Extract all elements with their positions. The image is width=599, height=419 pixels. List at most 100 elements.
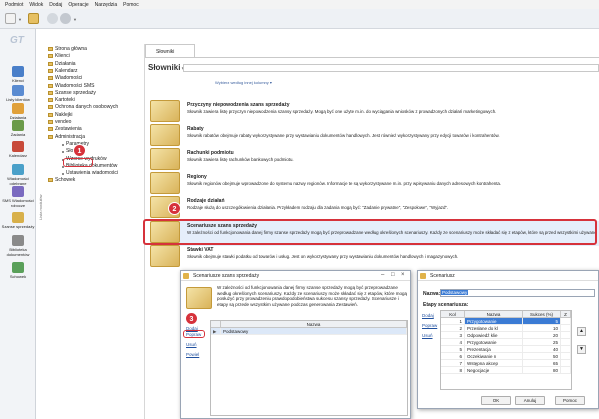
nav-item[interactable]: Klienci [0,66,36,83]
stage-cell-name: Przygotowanie [465,318,523,324]
menu-dodaj[interactable]: Dodaj [49,2,62,8]
nav-icon [12,212,24,223]
tree-item[interactable]: Działania [48,61,76,67]
tree-item[interactable]: Kalendarz [48,68,78,74]
maximize-icon[interactable]: □ [391,272,395,278]
tree-item[interactable]: Naklejki [48,112,73,118]
nav-item[interactable]: Kalendarz [0,141,36,158]
stages-label: Etapy scenariusza: [423,302,469,308]
folder-icon [48,90,53,95]
nav-item[interactable]: Działania [0,103,36,120]
tree-item[interactable]: Schowek [48,177,75,183]
tree-item[interactable]: Wiadomości [48,75,82,81]
scenario-name-field[interactable]: Podstawowy [440,289,595,297]
highlight-box [143,219,597,245]
tree-item[interactable]: Zestawienia [48,126,82,132]
folder-icon[interactable] [28,13,39,24]
stage-cell-name: Oczekiwanie n [465,353,523,359]
add-stage-link[interactable]: Dodaj [422,313,434,318]
nav-item-label: Wiadomości odebrane [7,176,29,186]
tree-item[interactable]: Ochrona danych osobowych [48,104,118,110]
move-down-button[interactable]: ▼ [577,345,586,354]
menu-widok[interactable]: Widok [29,2,43,8]
tree-item[interactable]: Strona główna [48,46,87,52]
new-document-icon[interactable] [5,13,16,24]
nav-item[interactable]: Szanse sprzedaży [0,212,36,229]
table-row[interactable]: 8 Negocjacje 80 [441,367,571,374]
step-badge-1: 1 [73,144,86,157]
menu-operacje[interactable]: Operacje [68,2,88,8]
help-button[interactable]: Pomoc [555,396,585,405]
table-row[interactable]: 1 Przygotowanie 5 [441,318,571,325]
copy-scenario-link[interactable]: Powiel [186,352,199,357]
delete-stage-link[interactable]: Usuń [422,333,433,338]
edit-link-highlight [183,330,205,338]
stage-cell-name: Negocjacje [465,367,523,373]
table-row[interactable]: 6 Oczekiwanie n 50 [441,353,571,360]
dictionary-entry[interactable]: Rodzaje działań Rodzaje służą do uszczegó… [150,196,599,221]
tree-item[interactable]: vendeo [48,119,71,125]
dictionary-icon [150,124,180,146]
edit-stage-link[interactable]: Popraw [422,323,437,328]
menu-podmiot[interactable]: Podmiot [5,2,23,8]
nav-item[interactable]: Zadania [0,120,36,137]
dictionary-icon [183,273,189,279]
menu-pomoc[interactable]: Pomoc [123,2,139,8]
dictionary-entry[interactable]: Stawki VAT Słownik obejmuje stawki podatk… [150,245,599,270]
stage-cell-z [561,332,571,338]
chevron-down-icon[interactable]: ▼ [73,17,77,22]
table-row[interactable]: 2 Przesłane do kl 10 [441,325,571,332]
nav-item[interactable]: Listy klientów [0,85,36,102]
nav-item[interactable]: Schowek [0,262,36,279]
nav-icon [12,262,24,273]
nav-item[interactable]: SMS Wiadomości robocze [0,186,36,208]
folder-icon [48,76,53,81]
column-header-nazwa[interactable]: Nazwa [221,321,407,327]
column-header-kol[interactable]: Kol [441,311,465,317]
stage-cell-name: Odpowiedź klie [465,332,523,338]
table-row[interactable]: ▶ Podstawowy [211,328,407,335]
column-header-z[interactable]: Z [561,311,571,317]
nav-item[interactable]: Biblioteka dokumentów [0,235,36,257]
move-up-button[interactable]: ▲ [577,327,586,336]
stage-cell-z [561,339,571,345]
dictionary-description: Słownik zawiera listę przyczyn niepowodz… [187,109,497,114]
ok-button[interactable]: OK [481,396,511,405]
chevron-down-icon[interactable]: ▼ [18,17,22,22]
refresh-icon[interactable] [47,13,58,24]
scenario-name: Podstawowy [221,328,407,334]
folder-icon [48,54,53,59]
dictionary-entry[interactable]: Rabaty Słownik rabatów obejmuje rabaty wy… [150,124,599,149]
table-row[interactable]: 3 Odpowiedź klie 20 [441,332,571,339]
settings-icon[interactable] [60,13,71,24]
cancel-button[interactable]: Anuluj [515,396,545,405]
stage-cell-name: Przygotowanie [465,339,523,345]
close-icon[interactable]: × [401,272,405,278]
tree-item[interactable]: Kartoteki [48,97,75,103]
column-header-nazwa[interactable]: Nazwa [465,311,523,317]
column-header-sukces[interactable]: Sukces (%) [523,311,561,317]
stage-cell-z [561,367,571,373]
tree-item[interactable]: Szanse sprzedaży [48,90,96,96]
table-row[interactable]: 5 Prezentacja 40 [441,346,571,353]
tab-slowniki[interactable]: Słowniki [145,44,195,57]
minimize-icon[interactable]: – [381,272,384,278]
nav-item[interactable]: Wiadomości odebrane [0,164,36,186]
filter-bar[interactable] [183,64,599,72]
menu-narzedzia[interactable]: Narzędzia [95,2,118,8]
tree-item[interactable]: Administracja [48,134,85,140]
dictionary-entry[interactable]: Regiony Słownik regionów obejmuje wprowad… [150,172,599,197]
tree-item[interactable]: Wiadomości SMS [48,83,94,89]
dictionary-entry[interactable]: Przyczyny niepowodzenia szans sprzedaży S… [150,100,599,125]
delete-scenario-link[interactable]: Usuń [186,342,197,347]
tree-item[interactable]: Klienci [48,53,70,59]
folder-icon [48,47,53,51]
bullet-icon [62,173,64,176]
table-row[interactable]: 7 Wstępna akcep 65 [441,360,571,367]
column-filter-link[interactable]: Wybierz według innej kolumny ▾ [215,80,272,85]
table-row[interactable]: 4 Przygotowanie 25 [441,339,571,346]
dictionary-entry[interactable]: Rachunki podmiotu Słownik zawiera listę r… [150,148,599,173]
stage-cell-pct: 50 [523,353,561,359]
tree-item[interactable]: Ustawienia wiadomości [62,170,118,176]
nav-icon [12,235,24,246]
